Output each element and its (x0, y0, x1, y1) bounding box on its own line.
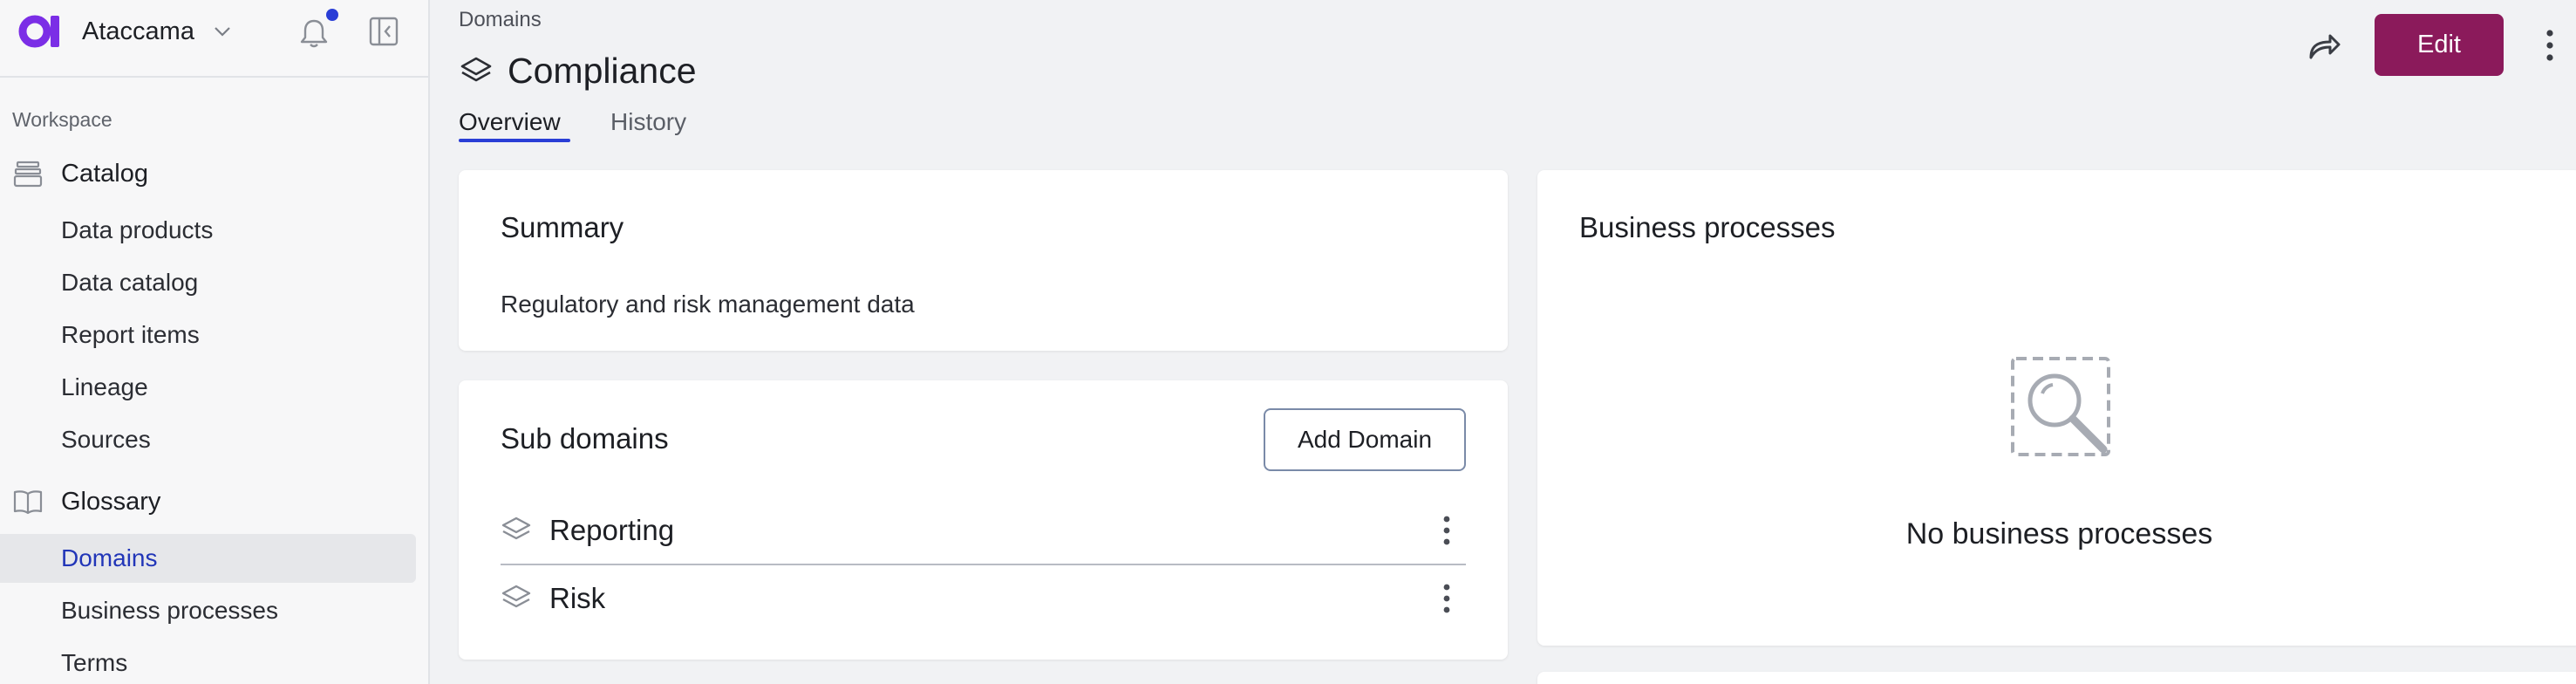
workspace-label: Workspace (12, 108, 112, 131)
more-options-icon[interactable] (1438, 582, 1455, 615)
book-icon (13, 490, 43, 515)
tab-overview[interactable]: Overview (459, 108, 561, 136)
sub-domains-title: Sub domains (501, 422, 669, 455)
sidebar-item-domains[interactable]: Domains (0, 534, 416, 583)
sidebar-section-label: Glossary (61, 487, 161, 516)
domain-layers-icon (501, 516, 531, 540)
sidebar-section-label: Catalog (61, 159, 148, 188)
org-name: Ataccama (82, 17, 194, 45)
tab-history[interactable]: History (610, 108, 686, 136)
sidebar-section-glossary[interactable]: Glossary (12, 486, 160, 517)
page-title-row: Compliance (459, 51, 697, 92)
sidebar: Ataccama Workspace Catalog Data products… (0, 0, 430, 684)
sub-domains-card: Sub domains Add Domain Reporting Risk (459, 380, 1508, 660)
sidebar-item-report-items[interactable]: Report items (0, 311, 416, 359)
domain-layers-icon (501, 585, 531, 608)
active-tab-indicator (459, 139, 570, 142)
ataccama-logo-icon (18, 15, 59, 48)
notification-dot (326, 9, 338, 21)
bell-icon[interactable] (296, 16, 331, 51)
sub-domain-label: Reporting (549, 514, 675, 546)
sidebar-item-data-catalog[interactable]: Data catalog (0, 258, 416, 307)
empty-search-icon (2011, 357, 2110, 456)
edit-button[interactable]: Edit (2375, 14, 2504, 76)
business-processes-title: Business processes (1579, 211, 1836, 243)
next-card (1537, 672, 2576, 684)
sidebar-section-catalog[interactable]: Catalog (12, 158, 148, 189)
sidebar-item-data-products[interactable]: Data products (0, 206, 416, 255)
empty-state-text: No business processes (1905, 517, 2213, 551)
sidebar-item-terms[interactable]: Terms (0, 639, 416, 684)
business-processes-card: Business processes No business processes (1537, 170, 2576, 646)
collapse-sidebar-icon[interactable] (368, 16, 399, 47)
more-options-icon[interactable] (1438, 514, 1455, 547)
add-domain-button[interactable]: Add Domain (1264, 408, 1466, 471)
sidebar-divider (0, 76, 428, 78)
summary-title: Summary (501, 211, 624, 243)
summary-description: Regulatory and risk management data (501, 291, 915, 318)
sub-domain-label: Risk (549, 582, 606, 614)
catalog-icon (13, 161, 43, 188)
sidebar-item-sources[interactable]: Sources (0, 415, 416, 464)
summary-card: Summary Regulatory and risk management d… (459, 170, 1508, 351)
domain-layers-icon (460, 57, 492, 81)
breadcrumb[interactable]: Domains (459, 8, 542, 32)
sidebar-item-lineage[interactable]: Lineage (0, 363, 416, 412)
page-title: Compliance (508, 51, 697, 91)
chevron-down-icon (215, 27, 230, 37)
sidebar-item-business-processes[interactable]: Business processes (0, 586, 416, 635)
list-item[interactable]: Reporting (501, 497, 1466, 564)
share-icon[interactable] (2304, 26, 2342, 65)
more-options-icon[interactable] (2539, 26, 2560, 65)
list-item[interactable]: Risk (501, 565, 1466, 632)
org-switcher[interactable]: Ataccama (0, 0, 428, 63)
